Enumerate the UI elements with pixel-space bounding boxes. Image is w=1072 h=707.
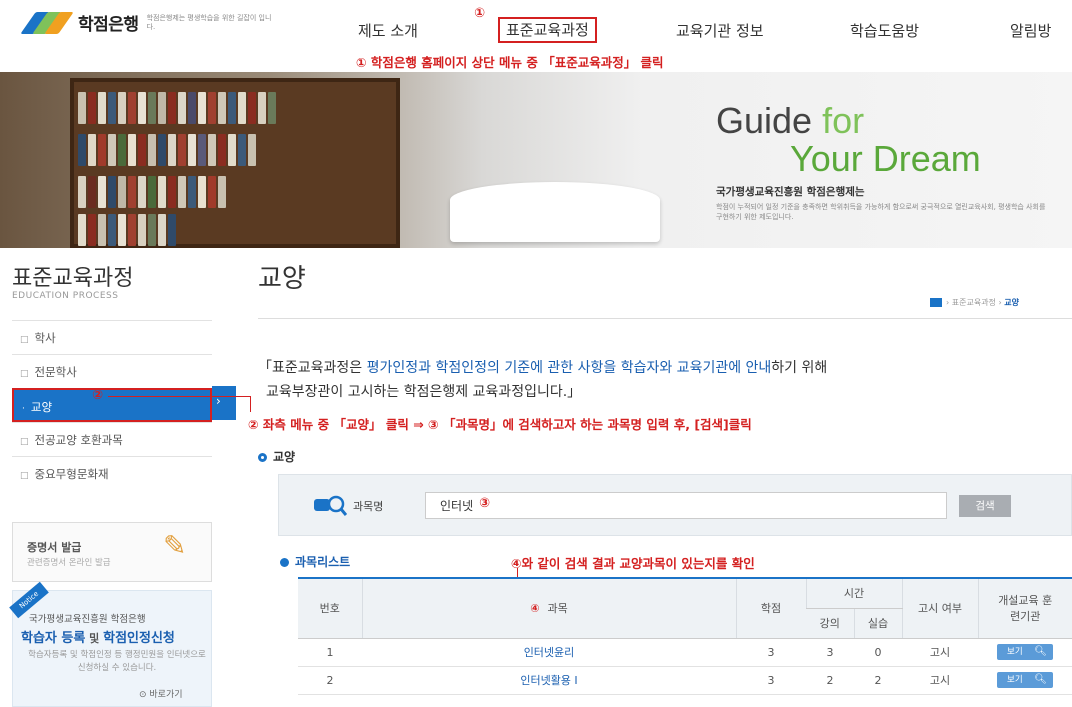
notice-line-3: 학습자등록 및 학점인정 등 행정민원을 인터넷으로 신청하실 수 있습니다.: [28, 650, 206, 673]
table-row: 2 인터넷활용 I 3 2 2 고시 보기 🔍︎: [298, 666, 1072, 695]
search-input[interactable]: [425, 492, 947, 519]
sidebar-item-label: 전공교양 호환과목: [34, 433, 123, 447]
annotation-number-3: ③: [479, 496, 491, 511]
active-item-extension[interactable]: ›: [212, 386, 236, 420]
annotation-number-2: ②: [92, 388, 104, 403]
sidebar-item-label: 전문학사: [34, 365, 77, 379]
sidebar-item-associate[interactable]: □ 전문학사: [12, 354, 212, 388]
table-row: 1 인터넷윤리 3 3 0 고시 보기 🔍︎: [298, 638, 1072, 667]
col-header-exam: 고시 여부: [901, 577, 978, 639]
col-header-subject: ④ 과목: [361, 577, 736, 639]
search-icon: [314, 495, 347, 516]
top-nav: 제도 소개 표준교육과정 교육기관 정보 학습도움방 알림방: [0, 17, 1072, 44]
cell-lecture: 2: [806, 666, 854, 695]
cell-org: 보기 🔍︎: [978, 638, 1072, 667]
list-bullet-icon: [280, 558, 289, 567]
nav-study-help[interactable]: 학습도움방: [850, 20, 919, 41]
page: 학점은행 학점은행제는 평생학습을 위한 길잡이 입니다. 제도 소개 표준교육…: [0, 0, 1072, 707]
banner-subtitle: Your Dream: [790, 138, 981, 179]
nav-institution-info[interactable]: 교육기관 정보: [676, 20, 764, 41]
annotation-connector: [108, 396, 250, 397]
nav-notice[interactable]: 알림방: [1010, 20, 1051, 41]
nav-intro[interactable]: 제도 소개: [358, 20, 418, 41]
certificate-title: 증명서 발급: [27, 541, 82, 554]
sidebar-item-compatible-subjects[interactable]: □ 전공교양 호환과목: [12, 422, 212, 456]
view-button[interactable]: 보기 🔍︎: [997, 644, 1053, 660]
banner-description-ko: 학점이 누적되어 일정 기준을 충족하면 학위취득을 가능하게 함으로써 궁극적…: [716, 203, 1046, 221]
cell-exam: 고시: [902, 666, 978, 695]
certificate-banner[interactable]: 증명서 발급 관련증명서 온라인 발급 ✎: [12, 522, 212, 582]
pencil-icon: ✎: [163, 529, 187, 562]
sidebar-item-label: 중요무형문화재: [34, 467, 109, 481]
cell-org: 보기 🔍︎: [978, 666, 1072, 695]
cell-practice: 2: [854, 666, 902, 695]
breadcrumb-current: 교양: [1004, 298, 1019, 307]
sidebar-item-label: 학사: [34, 331, 56, 345]
cell-no: 1: [298, 638, 362, 667]
annotation-step-4: ④와 같이 검색 결과 교양과목이 있는지를 확인: [511, 556, 755, 571]
cell-credit: 3: [736, 666, 806, 695]
search-label: 과목명: [353, 500, 384, 513]
cell-subject-link[interactable]: 인터넷활용 I: [362, 666, 736, 695]
cell-practice: 0: [854, 638, 902, 667]
annotation-number-1: ①: [474, 6, 486, 21]
site-header: 학점은행 학점은행제는 평생학습을 위한 길잡이 입니다. 제도 소개 표준교육…: [0, 0, 1072, 72]
open-book-image: [450, 182, 660, 242]
sidebar-item-liberal-arts[interactable]: · 교양: [12, 388, 212, 422]
col-header-no: 번호: [298, 577, 362, 639]
breadcrumb: › 표준교육과정 › 교양: [930, 297, 1019, 308]
sidebar-menu: □ 학사 □ 전문학사 · 교양 □ 전공교양 호환과목 □ 중요무형문화재: [12, 320, 212, 490]
notice-banner[interactable]: Notice 국가평생교육진흥원 학점은행 학습자 등록 및 학점인정신청 학습…: [9, 581, 212, 707]
notice-line-1: 국가평생교육진흥원 학점은행: [29, 614, 146, 625]
breadcrumb-item[interactable]: 표준교육과정: [952, 298, 996, 307]
annotation-step-1: ① 학점은행 홈페이지 상단 메뉴 중 「표준교육과정」 클릭: [356, 55, 664, 70]
bookshelf-image: [70, 78, 400, 248]
sidebar-item-bachelor[interactable]: □ 학사: [12, 320, 212, 354]
view-button[interactable]: 보기 🔍︎: [997, 672, 1053, 688]
search-button[interactable]: 검색: [959, 495, 1011, 517]
bullet-icon: □: [20, 437, 29, 447]
intro-text: 「표준교육과정은 평가인정과 학점인정의 기준에 관한 사항을 학습자와 교육기…: [258, 360, 828, 400]
notice-line-2: 학습자 등록 및 학점인정신청: [21, 631, 175, 646]
annotation-step-2-3: ② 좌측 메뉴 중 「교양」 클릭 ⇒ ③ 「과목명」에 검색하고자 하는 과목…: [248, 417, 752, 432]
cell-lecture: 3: [806, 638, 854, 667]
col-header-time: 시간: [805, 577, 902, 609]
home-icon[interactable]: [930, 298, 942, 307]
bullet-icon: □: [20, 335, 29, 345]
notice-shortcut-link[interactable]: ⊙ 바로가기: [139, 687, 183, 700]
arrow-circle-icon: ⊙: [139, 690, 150, 700]
section-title: 교양: [258, 448, 295, 465]
course-table: 번호 ④ 과목 학점 시간 고시 여부 개설교육 훈련기관 강의 실습 1 인터넷…: [298, 577, 1072, 695]
section-bullet-icon: [258, 453, 267, 462]
banner-title: Guide for: [716, 100, 865, 141]
magnifier-icon: 🔍︎: [1034, 646, 1047, 657]
bullet-icon: □: [20, 369, 29, 379]
col-header-credit: 학점: [735, 577, 806, 639]
certificate-subtitle: 관련증명서 온라인 발급: [27, 558, 111, 568]
col-header-practice: 실습: [853, 608, 902, 639]
cell-no: 2: [298, 666, 362, 695]
sidebar-subtitle: EDUCATION PROCESS: [12, 291, 119, 301]
col-header-lecture: 강의: [806, 608, 854, 639]
cell-credit: 3: [736, 638, 806, 667]
sidebar-item-cultural-heritage[interactable]: □ 중요무형문화재: [12, 456, 212, 490]
sidebar-item-label: 교양: [30, 400, 53, 414]
cell-exam: 고시: [902, 638, 978, 667]
cell-subject-link[interactable]: 인터넷윤리: [362, 638, 736, 667]
search-panel: 과목명 ③ 검색: [278, 474, 1072, 536]
bullet-icon: ·: [22, 404, 25, 414]
divider: [258, 318, 1072, 319]
sidebar-title: 표준교육과정: [12, 266, 134, 291]
magnifier-icon: 🔍︎: [1034, 674, 1047, 685]
page-title: 교양: [258, 264, 306, 294]
bullet-icon: □: [20, 471, 29, 481]
col-header-org: 개설교육 훈련기관: [977, 577, 1072, 639]
annotation-connector: [250, 396, 251, 412]
hero-banner: Guide for Your Dream 국가평생교육진흥원 학점은행제는 학점…: [0, 72, 1072, 248]
nav-standard-curriculum[interactable]: 표준교육과정: [498, 17, 597, 43]
list-title: 과목리스트: [280, 553, 350, 570]
banner-heading-ko: 국가평생교육진흥원 학점은행제는: [716, 186, 865, 198]
